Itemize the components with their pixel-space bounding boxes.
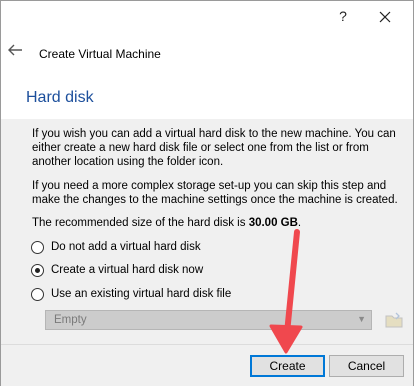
back-arrow-icon xyxy=(8,44,22,56)
radio-label: Create a virtual hard disk now xyxy=(51,264,204,276)
radio-create-disk[interactable]: Create a virtual hard disk now xyxy=(31,262,203,278)
dialog-title: Create Virtual Machine xyxy=(39,47,161,61)
radio-button[interactable] xyxy=(31,287,44,301)
radio-no-disk[interactable]: Do not add a virtual hard disk xyxy=(31,239,201,255)
radio-label: Do not add a virtual hard disk xyxy=(51,241,201,253)
recommended-size-text: The recommended size of the hard disk is… xyxy=(32,216,404,230)
radio-button-selected[interactable] xyxy=(31,263,44,277)
recommended-size-prefix: The recommended size of the hard disk is xyxy=(32,217,249,229)
radio-button[interactable] xyxy=(31,240,44,254)
cancel-button[interactable]: Cancel xyxy=(329,355,404,377)
select-value: Empty xyxy=(54,314,87,326)
recommended-size-suffix: . xyxy=(297,217,302,229)
choose-disk-file-button[interactable] xyxy=(384,310,404,330)
help-button[interactable]: ? xyxy=(331,8,355,26)
description-paragraph-2: If you need a more complex storage set-u… xyxy=(32,180,398,206)
create-button[interactable]: Create xyxy=(250,355,325,377)
radio-label: Use an existing virtual hard disk file xyxy=(51,288,232,300)
close-button[interactable] xyxy=(373,7,397,27)
dialog-footer: Create Cancel xyxy=(1,344,413,386)
folder-icon xyxy=(385,312,403,328)
existing-disk-select[interactable]: Empty ▼ xyxy=(45,310,372,330)
description-paragraph-1: If you wish you can add a virtual hard d… xyxy=(32,128,396,168)
create-vm-dialog: ? Create Virtual Machine Hard disk If yo… xyxy=(0,0,414,386)
chevron-down-icon: ▼ xyxy=(357,314,366,324)
wizard-header: Create Virtual Machine Hard disk xyxy=(1,32,413,119)
close-icon xyxy=(379,11,391,23)
title-bar: ? xyxy=(1,1,413,32)
page-title: Hard disk xyxy=(26,89,94,106)
radio-existing-disk[interactable]: Use an existing virtual hard disk file xyxy=(31,286,231,302)
recommended-size-value: 30.00 GB xyxy=(248,217,298,229)
back-button[interactable] xyxy=(7,43,25,61)
